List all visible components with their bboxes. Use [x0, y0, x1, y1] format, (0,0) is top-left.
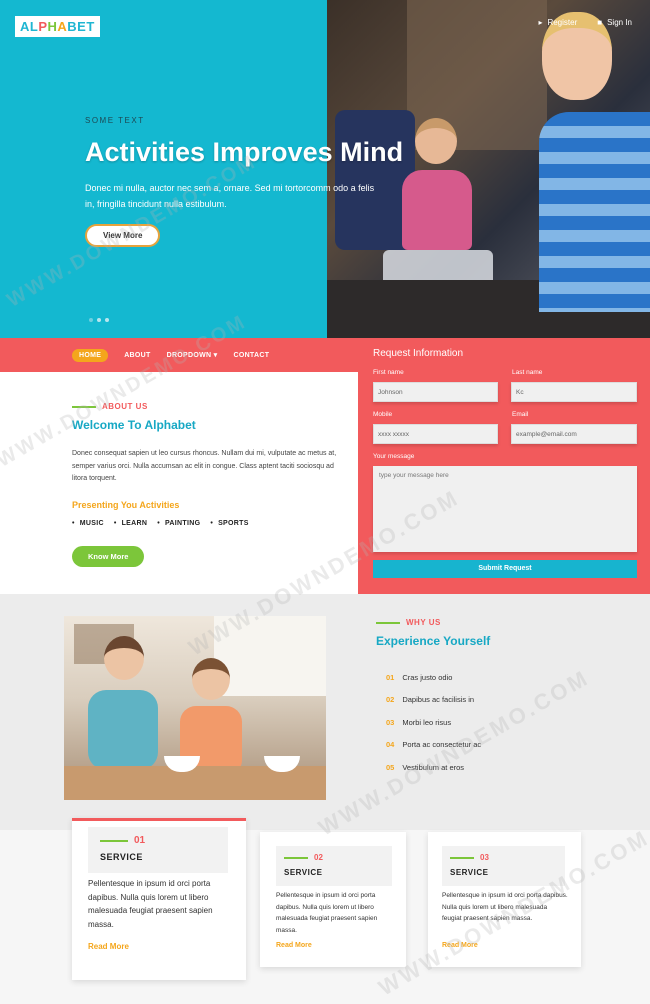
mobile-label: Mobile [373, 411, 393, 418]
service-card-head: 03 SERVICE [442, 846, 565, 886]
nav-dropdown[interactable]: DROPDOWN ▾ [167, 351, 218, 359]
hero-subtitle: SOME TEXT [85, 116, 145, 125]
services-section: 01 SERVICE Pellentesque in ipsum id orci… [0, 818, 650, 1004]
message-label: Your message [373, 453, 415, 460]
register-link[interactable]: ▸ Register [538, 18, 577, 27]
nav-contact[interactable]: CONTACT [233, 352, 269, 359]
service-text: Pellentesque in ipsum id orci porta dapi… [88, 879, 213, 929]
activity-item: PAINTING [157, 520, 200, 527]
list-item: 02 Dapibus ac facilisis in [386, 689, 481, 712]
why-title: Experience Yourself [376, 634, 491, 648]
item-number: 02 [386, 695, 395, 705]
why-section: WHY US Experience Yourself 01 Cras justo … [0, 594, 650, 830]
signin-label: Sign In [607, 18, 632, 27]
service-card: 01 SERVICE Pellentesque in ipsum id orci… [72, 818, 246, 980]
about-title: Welcome To Alphabet [72, 418, 196, 432]
view-more-button[interactable]: View More [85, 224, 161, 247]
about-description: Donec consequat sapien ut leo cursus rho… [72, 450, 337, 482]
about-section: ABOUT US Welcome To Alphabet Donec conse… [0, 372, 358, 594]
slider-dot[interactable] [105, 318, 109, 322]
accent-line [376, 621, 400, 624]
caret-down-icon: ▾ [213, 352, 218, 359]
list-item: 01 Cras justo odio [386, 666, 481, 689]
hero-title: Activities Improves Mind [85, 137, 404, 167]
service-number: 03 [480, 853, 489, 862]
service-card: 03 SERVICE Pellentesque in ipsum id orci… [428, 832, 581, 967]
last-name-field[interactable]: Kc [511, 382, 637, 402]
list-item: 04 Porta ac consectetur ac [386, 734, 481, 757]
hero-description: Donec mi nulla, auctor nec sem a, ornare… [85, 183, 375, 209]
lock-icon: ■ [597, 18, 603, 27]
nav-about[interactable]: ABOUT [124, 352, 150, 359]
hero-banner: AL P H A BET ▸ Register ■ Sign In SOME T… [0, 0, 650, 338]
item-text: Morbi leo risus [402, 717, 452, 727]
item-text: Dapibus ac facilisis in [402, 695, 475, 705]
top-links: ▸ Register ■ Sign In [538, 18, 632, 27]
service-number: 01 [134, 835, 146, 846]
speaker-icon: ▸ [538, 18, 543, 27]
register-label: Register [547, 18, 578, 27]
slider-dot[interactable] [97, 318, 101, 322]
last-name-label: Last name [512, 369, 543, 376]
first-name-field[interactable]: Johnson [373, 382, 498, 402]
message-textarea[interactable]: type your message here [373, 466, 637, 552]
logo-letter: P [38, 19, 48, 34]
about-label: ABOUT US [72, 402, 148, 411]
hero-text: SOME TEXT Activities Improves Mind Donec… [85, 116, 404, 247]
item-number: 03 [386, 717, 395, 727]
request-form: Request Information First name Johnson L… [358, 338, 650, 594]
read-more-link[interactable]: Read More [442, 942, 478, 949]
activity-item: MUSIC [72, 520, 104, 527]
service-text: Pellentesque in ipsum id orci porta dapi… [276, 892, 378, 934]
why-label: WHY US [376, 618, 441, 627]
item-text: Porta ac consectetur ac [402, 740, 482, 750]
service-title: SERVICE [284, 868, 323, 877]
item-text: Vestibulum at eros [402, 762, 465, 772]
about-label-text: ABOUT US [102, 402, 148, 411]
read-more-link[interactable]: Read More [276, 942, 312, 949]
main-nav: HOME ABOUT DROPDOWN ▾ CONTACT [0, 338, 358, 372]
service-card-head: 02 SERVICE [276, 846, 392, 886]
read-more-link[interactable]: Read More [88, 942, 129, 951]
activity-item: SPORTS [210, 520, 248, 527]
first-name-label: First name [373, 369, 404, 376]
submit-request-button[interactable]: Submit Request [373, 560, 637, 578]
mobile-field[interactable]: xxxx xxxxx [373, 424, 498, 444]
email-label: Email [512, 411, 529, 418]
nav-dropdown-label: DROPDOWN [166, 352, 212, 359]
service-card-head: 01 SERVICE [88, 827, 228, 873]
service-card: 02 SERVICE Pellentesque in ipsum id orci… [260, 832, 406, 967]
presenting-heading: Presenting You Activities [72, 500, 180, 510]
service-title: SERVICE [450, 868, 489, 877]
item-number: 01 [386, 672, 395, 682]
item-text: Cras justo odio [402, 672, 453, 682]
item-number: 04 [386, 740, 395, 750]
activity-item: LEARN [114, 520, 147, 527]
logo-letter: BET [67, 19, 95, 34]
list-item: 05 Vestibulum at eros [386, 756, 481, 779]
service-number: 02 [314, 853, 323, 862]
logo[interactable]: AL P H A BET [15, 16, 100, 37]
request-title: Request Information [373, 348, 464, 359]
logo-letter: A [57, 19, 68, 34]
why-label-text: WHY US [406, 618, 441, 627]
list-item: 03 Morbi leo risus [386, 711, 481, 734]
service-title: SERVICE [100, 852, 143, 862]
why-list: 01 Cras justo odio 02 Dapibus ac facilisis… [386, 666, 481, 779]
slider-dot[interactable] [89, 318, 93, 322]
nav-home[interactable]: HOME [72, 348, 109, 362]
service-text: Pellentesque in ipsum id orci porta dapi… [442, 892, 568, 922]
item-number: 05 [386, 762, 395, 772]
know-more-button[interactable]: Know More [72, 546, 145, 567]
slider-dots [89, 318, 109, 322]
signin-link[interactable]: ■ Sign In [597, 18, 632, 27]
activity-list: MUSIC LEARN PAINTING SPORTS [72, 520, 249, 527]
logo-letter: AL [20, 19, 39, 34]
kids-cooking-photo [64, 616, 326, 800]
email-field[interactable]: example@email.com [511, 424, 637, 444]
logo-letter: H [47, 19, 58, 34]
accent-line [72, 405, 96, 408]
